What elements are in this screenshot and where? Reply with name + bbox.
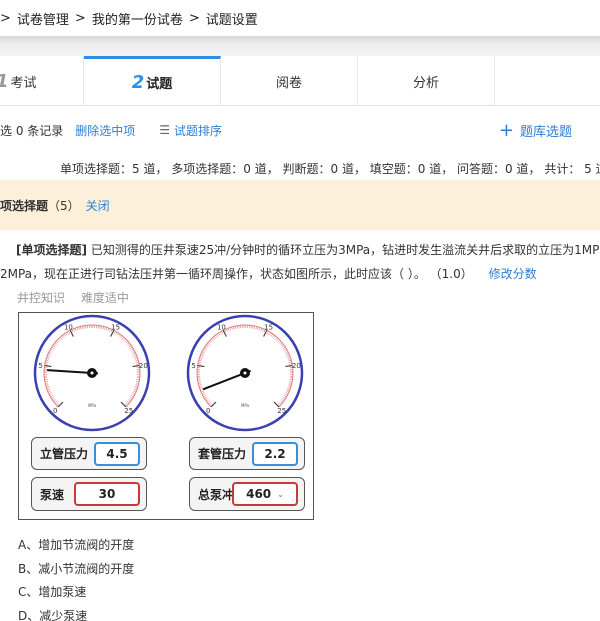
question-text-line1: 已知测得的压井泵速25冲/分钟时的循环立压为3MPa，钻进时发生溢流关井后求取的… [90, 243, 600, 257]
question-item: [单项选择题] 已知测得的压井泵速25冲/分钟时的循环立压为3MPa，钻进时发生… [0, 238, 600, 286]
gauge-tick-label: 20 [139, 362, 148, 370]
tab-label: 考试 [10, 75, 37, 91]
breadcrumb-item-question-settings: 试题设置 [205, 12, 258, 28]
gauge-tick-label: 10 [64, 324, 73, 332]
list-icon: ☰ [159, 123, 171, 137]
breadcrumb-item-first-exam[interactable]: 我的第一份试卷 [92, 9, 183, 28]
question-bank-button[interactable]: + 题库选题 [499, 120, 572, 141]
question-toolbar: 选 0 条记录 删除选中项 ☰ 试题排序 + 题库选题 [0, 106, 600, 154]
panel-label: 立管压力 [40, 447, 89, 461]
casing-pressure-gauge: 10 15 5 20 0 25 MPa [186, 314, 304, 432]
total-strokes-number: 460 [246, 487, 272, 501]
casing-pressure-panel: 套管压力 2.2 [189, 437, 305, 470]
tab-label: 试题 [146, 77, 173, 92]
tag-knowledge: 井控知识 [17, 291, 66, 305]
question-tags: 井控知识 难度适中 [17, 289, 141, 306]
chevron-down-icon: ⌄ [277, 489, 284, 499]
tab-analysis[interactable]: 分析 [358, 56, 495, 106]
sort-questions-button[interactable]: 试题排序 [174, 122, 222, 139]
section-header: 项选择题 （5） 关闭 [0, 180, 600, 230]
gauge-hub-center [90, 371, 94, 375]
section-close-button[interactable]: 关闭 [86, 197, 110, 214]
casing-pressure-value: 2.2 [252, 442, 298, 466]
gauge-tick-label: 10 [217, 324, 226, 332]
standpipe-pressure-panel: 立管压力 4.5 [31, 437, 147, 470]
total-strokes-value: 460 ⌄ [232, 482, 298, 506]
tab-grading[interactable]: 阅卷 [221, 56, 358, 106]
gauge-tick-label: 15 [264, 324, 273, 332]
question-figure: 10 15 5 20 0 25 MPa 10 15 5 20 0 25 MPa 立管压力 4.5 套管压… [18, 312, 314, 520]
gauge-tick-label: 5 [38, 362, 42, 370]
pump-speed-panel: 泵速 30 [31, 477, 147, 511]
gauge-hub-center [243, 371, 247, 375]
question-bank-label: 题库选题 [519, 125, 572, 140]
standpipe-pressure-value: 4.5 [94, 442, 140, 466]
answer-options: A、增加节流阀的开度 B、减小节流阀的开度 C、增加泵速 D、减少泵速 [18, 534, 134, 621]
gauge-unit-label: MPa [241, 403, 250, 408]
panel-label: 套管压力 [198, 447, 247, 461]
breadcrumb-separator: > [74, 10, 86, 26]
option-a: A、增加节流阀的开度 [18, 538, 135, 552]
question-type-summary: 单项选择题：5 道， 多项选择题：0 道， 判断题：0 道， 填空题：0 道， … [60, 162, 600, 176]
option-c: C、增加泵速 [18, 585, 87, 600]
plus-icon: + [498, 120, 514, 141]
tab-empty [495, 56, 600, 106]
pump-speed-value: 30 [74, 482, 140, 506]
panel-label: 泵速 [40, 487, 65, 502]
selected-count: 选 0 条记录 [0, 123, 64, 138]
gauge-tick-label: 25 [124, 407, 133, 415]
tab-number: 2 [131, 72, 145, 93]
gauge-tick-label: 25 [277, 407, 286, 415]
header-shadow [0, 36, 600, 56]
gauge-tick-label: 0 [206, 407, 210, 415]
breadcrumb-separator: > [188, 10, 200, 26]
gauge-tick-label: 5 [191, 362, 195, 370]
tab-questions[interactable]: 2 试题 [84, 56, 221, 106]
panel-label: 总泵冲 [198, 487, 235, 502]
tab-label: 分析 [412, 75, 439, 91]
question-text-line2: 2MPa，现在正进行司钻法压井第一循环周操作，状态如图所示，此时应该（ ）。 （… [0, 267, 473, 281]
delete-selected-button[interactable]: 删除选中项 [75, 122, 135, 139]
question-type-label: [单项选择题] [16, 243, 87, 257]
breadcrumb-item-exam-management[interactable]: 试卷管理 [17, 9, 69, 28]
tag-difficulty: 难度适中 [80, 291, 129, 305]
breadcrumb-separator: > [0, 10, 11, 26]
total-strokes-panel: 总泵冲 460 ⌄ [189, 477, 305, 511]
tab-exam[interactable]: 1 考试 [0, 56, 84, 106]
gauge-tick-label: 0 [53, 407, 57, 415]
standpipe-pressure-gauge: 10 15 5 20 0 25 MPa [33, 314, 151, 432]
tab-label: 阅卷 [275, 75, 302, 91]
option-b: B、减小节流阀的开度 [18, 561, 135, 576]
gauge-unit-label: MPa [88, 403, 97, 408]
section-count: （5） [48, 198, 80, 213]
tab-bar: 1 考试 2 试题 阅卷 分析 [0, 56, 600, 106]
edit-score-button[interactable]: 修改分数 [489, 267, 537, 281]
section-title: 项选择题 [0, 198, 49, 213]
gauge-tick-label: 15 [111, 324, 120, 332]
tab-number: 1 [0, 71, 9, 92]
gauge-tick-label: 20 [292, 362, 301, 370]
option-d: D、减少泵速 [18, 608, 88, 621]
breadcrumb: > 试卷管理 > 我的第一份试卷 > 试题设置 [0, 0, 600, 36]
